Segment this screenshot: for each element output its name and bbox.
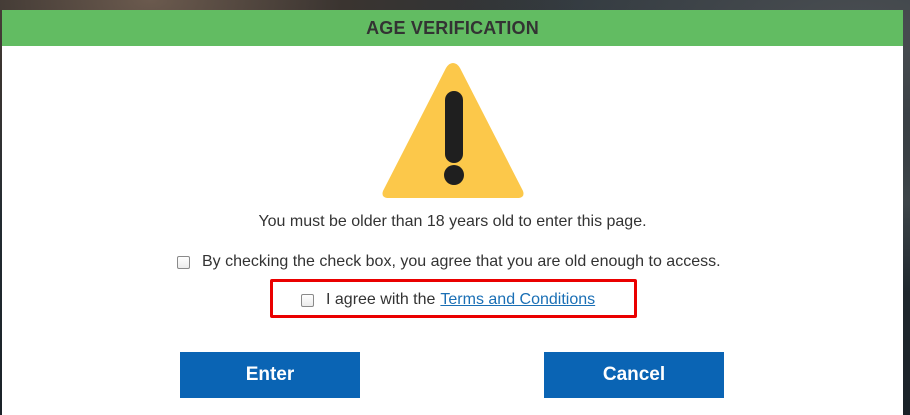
age-requirement-message: You must be older than 18 years old to e… bbox=[258, 213, 647, 230]
warning-triangle-icon bbox=[379, 57, 527, 201]
terms-consent-checkbox[interactable] bbox=[301, 293, 314, 307]
modal-header: AGE VERIFICATION bbox=[2, 10, 903, 46]
enter-button[interactable]: Enter bbox=[180, 352, 360, 398]
age-verification-modal: AGE VERIFICATION You must be older than … bbox=[2, 10, 903, 415]
cancel-button[interactable]: Cancel bbox=[544, 352, 724, 398]
terms-and-conditions-link[interactable]: Terms and Conditions bbox=[440, 291, 595, 309]
terms-consent-label: I agree with the bbox=[326, 291, 436, 308]
terms-consent-row: I agree with the Terms and Conditions bbox=[301, 291, 595, 309]
age-consent-row: By checking the check box, you agree tha… bbox=[177, 253, 721, 271]
age-consent-checkbox[interactable] bbox=[177, 255, 190, 269]
age-consent-label: By checking the check box, you agree tha… bbox=[202, 253, 721, 270]
modal-title: AGE VERIFICATION bbox=[366, 17, 539, 38]
